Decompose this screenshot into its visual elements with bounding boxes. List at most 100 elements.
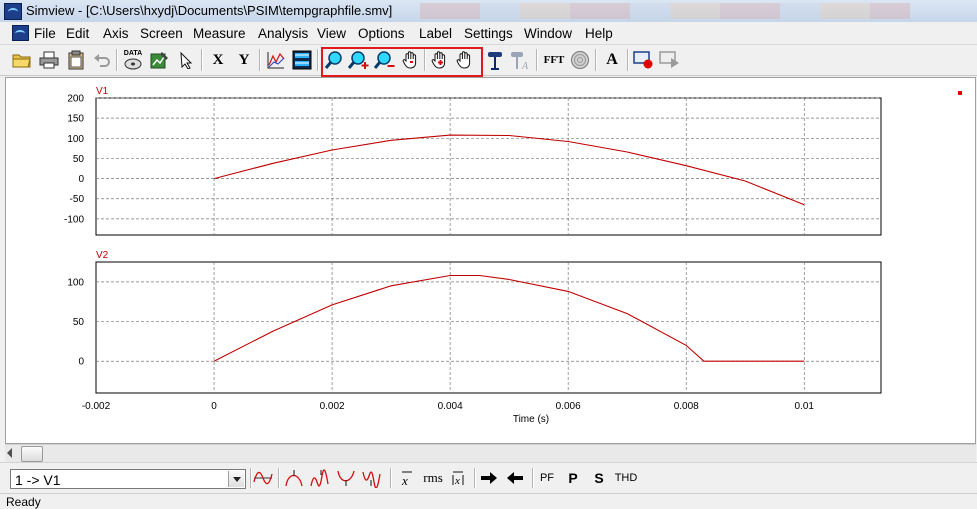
max-icon[interactable] bbox=[283, 466, 305, 490]
grid-icon[interactable] bbox=[290, 48, 314, 72]
y-axis-icon[interactable]: Y bbox=[232, 48, 256, 72]
menu-screen[interactable]: Screen bbox=[140, 26, 183, 41]
plot-area[interactable]: V1 200 150 100 50 0 -50 -100 V2 100 50 0 -0.002 0… bbox=[5, 77, 976, 444]
v1-y-tick-label: 100 bbox=[67, 134, 84, 145]
toolbar-separator bbox=[595, 49, 597, 71]
menu-measure[interactable]: Measure bbox=[193, 26, 246, 41]
text-icon[interactable]: A bbox=[600, 48, 624, 72]
waveform-icon[interactable] bbox=[252, 466, 274, 490]
menu-file[interactable]: File bbox=[34, 26, 56, 41]
v2-y-tick-label: 100 bbox=[67, 277, 84, 288]
window-title: Simview - [C:\Users\hxydj\Documents\PSIM… bbox=[26, 3, 393, 18]
scroll-left-icon[interactable] bbox=[7, 448, 12, 458]
x-tick-label: 0.01 bbox=[795, 401, 815, 412]
p-button[interactable]: P bbox=[562, 466, 584, 490]
fft-label: FFT bbox=[543, 54, 565, 66]
local-min-icon[interactable] bbox=[361, 466, 383, 490]
thd-button[interactable]: THD bbox=[613, 466, 639, 490]
y-axis-label: Y bbox=[238, 51, 250, 68]
record-icon[interactable] bbox=[632, 48, 656, 72]
min-icon[interactable] bbox=[335, 466, 357, 490]
text-tool-label: A bbox=[606, 51, 618, 68]
graph-icon[interactable] bbox=[264, 48, 288, 72]
arrow-left-icon[interactable] bbox=[504, 466, 526, 490]
svg-text:x: x bbox=[454, 475, 460, 487]
v1-y-tick-label: 200 bbox=[67, 94, 84, 105]
s-button[interactable]: S bbox=[588, 466, 610, 490]
v1-y-ticks: 200 150 100 50 0 -50 -100 bbox=[64, 94, 84, 226]
average-icon[interactable]: x bbox=[396, 466, 418, 490]
horizontal-scrollbar[interactable] bbox=[5, 444, 976, 462]
status-bar: Ready bbox=[0, 493, 977, 509]
menu-edit[interactable]: Edit bbox=[66, 26, 89, 41]
text-marker-icon[interactable]: A bbox=[508, 48, 532, 72]
v1-y-tick-label: 50 bbox=[73, 154, 85, 165]
v2-title: V2 bbox=[96, 250, 109, 261]
zoom-out-icon[interactable] bbox=[373, 48, 397, 72]
pan-hand-white-icon[interactable] bbox=[453, 48, 477, 72]
p-label: P bbox=[568, 470, 578, 486]
data-disk-icon[interactable]: DATA bbox=[121, 48, 145, 72]
plots-canvas[interactable]: V1 200 150 100 50 0 -50 -100 V2 100 50 0 -0.002 0… bbox=[6, 78, 975, 443]
x-axis-label: X bbox=[212, 51, 224, 68]
fft-icon[interactable]: FFT bbox=[541, 48, 567, 72]
open-folder-icon[interactable] bbox=[10, 48, 34, 72]
toolbar-separator bbox=[390, 468, 392, 488]
background-browser-tabs bbox=[420, 3, 910, 19]
menu-view[interactable]: View bbox=[317, 26, 346, 41]
x-axis-icon[interactable]: X bbox=[206, 48, 230, 72]
abs-average-icon[interactable]: x bbox=[447, 466, 469, 490]
title-bar: Simview - [C:\Users\hxydj\Documents\PSIM… bbox=[0, 0, 977, 23]
menu-help[interactable]: Help bbox=[585, 26, 613, 41]
local-max-icon[interactable] bbox=[309, 466, 331, 490]
menu-options[interactable]: Options bbox=[358, 26, 405, 41]
v2-panel: V2 100 50 0 bbox=[67, 250, 882, 394]
toolbar-separator bbox=[532, 468, 534, 488]
edit-graph-icon[interactable] bbox=[148, 48, 172, 72]
main-toolbar: DATA X Y A FFT A bbox=[0, 45, 977, 76]
toolbar-separator bbox=[259, 49, 261, 71]
pf-label: PF bbox=[539, 472, 555, 484]
toolbar-separator bbox=[317, 49, 319, 71]
document-icon[interactable] bbox=[12, 25, 29, 41]
x-tick-label: 0.004 bbox=[438, 401, 463, 412]
v1-title: V1 bbox=[96, 86, 109, 97]
v2-y-tick-label: 50 bbox=[73, 317, 85, 328]
menu-bar: File Edit Axis Screen Measure Analysis V… bbox=[0, 22, 977, 45]
zoom-in-icon[interactable] bbox=[347, 48, 371, 72]
x-tick-label: 0.006 bbox=[556, 401, 581, 412]
x-tick-label: 0 bbox=[211, 401, 217, 412]
data-label: DATA bbox=[123, 50, 143, 57]
x-axis-label: Time (s) bbox=[513, 414, 549, 425]
play-icon[interactable] bbox=[658, 48, 682, 72]
arrow-right-icon[interactable] bbox=[478, 466, 500, 490]
legend-marker bbox=[958, 91, 962, 95]
toolbar-separator bbox=[278, 468, 280, 488]
thd-label: THD bbox=[614, 472, 638, 484]
pan-hand-red-icon[interactable] bbox=[428, 48, 452, 72]
menu-settings[interactable]: Settings bbox=[464, 26, 513, 41]
menu-axis[interactable]: Axis bbox=[103, 26, 129, 41]
curve-select[interactable]: 1 -> V1 bbox=[10, 469, 246, 489]
undo-icon[interactable] bbox=[90, 48, 114, 72]
marker-icon[interactable] bbox=[483, 48, 507, 72]
v2-y-ticks: 100 50 0 bbox=[67, 277, 84, 367]
pointer-icon[interactable] bbox=[175, 48, 199, 72]
disc-icon[interactable] bbox=[568, 48, 592, 72]
chevron-down-icon[interactable] bbox=[228, 471, 244, 487]
x-ticks: -0.002 0 0.002 0.004 0.006 0.008 0.01 bbox=[82, 401, 815, 412]
zoom-icon[interactable] bbox=[322, 48, 346, 72]
clipboard-icon[interactable] bbox=[64, 48, 88, 72]
menu-analysis[interactable]: Analysis bbox=[258, 26, 308, 41]
rms-label: rms bbox=[423, 470, 443, 485]
v1-y-tick-label: -50 bbox=[70, 194, 85, 205]
menu-label[interactable]: Label bbox=[419, 26, 452, 41]
pf-button[interactable]: PF bbox=[536, 466, 558, 490]
v1-panel: V1 200 150 100 50 0 -50 -100 bbox=[64, 86, 962, 236]
print-icon[interactable] bbox=[37, 48, 61, 72]
scroll-thumb[interactable] bbox=[21, 446, 43, 462]
menu-window[interactable]: Window bbox=[524, 26, 572, 41]
x-tick-label: -0.002 bbox=[82, 401, 111, 412]
pan-hand-icon[interactable] bbox=[399, 48, 423, 72]
rms-button[interactable]: rms bbox=[420, 466, 446, 490]
